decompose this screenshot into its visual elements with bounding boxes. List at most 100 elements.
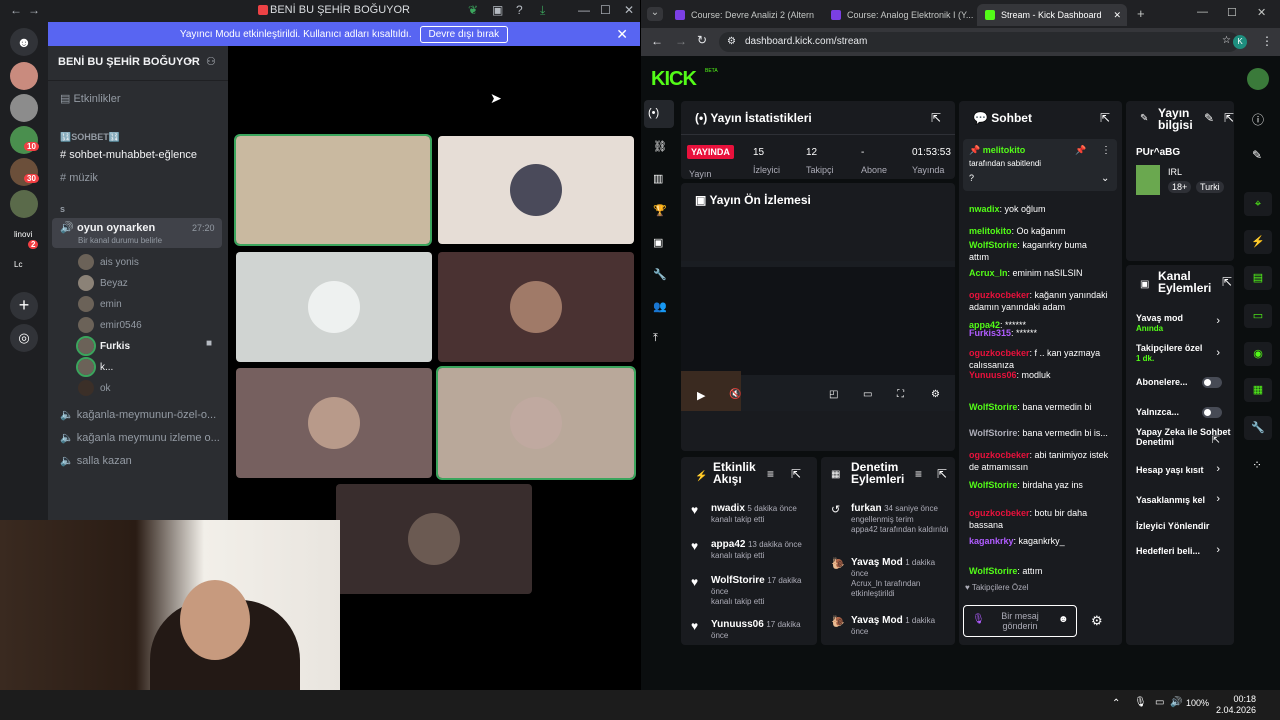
tab-kick-dashboard[interactable]: Stream - Kick Dashboard ✕ — [977, 4, 1127, 26]
analytics-nav-icon[interactable]: ▥ — [653, 172, 663, 185]
chat-message[interactable]: Furkis315: ****** — [969, 327, 1109, 339]
channel-sohbet[interactable]: # sohbet-muhabbet-eğlence — [60, 149, 197, 161]
server-icon-2[interactable] — [10, 94, 38, 122]
tab-search-icon[interactable]: ⌄ — [647, 7, 663, 21]
menu-kebab-icon[interactable]: ⋮ — [1261, 34, 1273, 48]
voice-channel[interactable]: 🔈 salla kazan — [60, 454, 132, 467]
pen-icon[interactable]: ✎ — [1252, 148, 1262, 162]
voice-user[interactable]: emin — [78, 296, 122, 312]
chat-username[interactable]: melitokito — [969, 226, 1012, 236]
chat-message[interactable]: oguzkocbeker: f .. kan yazmaya calıssanı… — [969, 347, 1109, 371]
voice-user[interactable]: ais yonis — [78, 254, 139, 270]
voice-user[interactable]: ok — [78, 380, 111, 396]
stream-preview-video[interactable]: ▶ 🔇 ◰ ▭ ⛶ ⚙ — [681, 261, 955, 411]
popout-icon[interactable]: ⇱ — [1100, 111, 1110, 125]
chevron-down-icon[interactable]: ⌄ — [186, 54, 194, 65]
bolt-icon[interactable]: ⚡ — [1244, 230, 1272, 254]
disable-streamer-mode-button[interactable]: Devre dışı bırak — [419, 25, 509, 43]
video-tile[interactable] — [236, 368, 432, 478]
chevron-right-icon[interactable]: › — [1216, 544, 1220, 556]
raid-action[interactable]: İzleyici Yönlendir — [1136, 521, 1231, 531]
chat-username[interactable]: WolfStorire — [969, 428, 1017, 438]
forward-arrow-icon[interactable]: → — [28, 3, 40, 17]
chat-username[interactable]: kagankrky — [969, 536, 1014, 546]
chat-username[interactable]: Furkis315 — [969, 328, 1011, 338]
close-tab-icon[interactable]: ✕ — [1113, 10, 1121, 21]
popout-icon[interactable]: ⇱ — [1222, 275, 1232, 289]
chat-username[interactable]: WolfStorire — [969, 402, 1017, 412]
chat-username[interactable]: WolfStorire — [969, 566, 1017, 576]
voice-user[interactable]: emir0546 — [78, 317, 142, 333]
chat-username[interactable]: nwadix — [969, 204, 1000, 214]
video-tile[interactable] — [336, 484, 532, 594]
monitor-icon[interactable]: ▭ — [1155, 697, 1164, 708]
invite-icon[interactable]: ⚇ — [206, 55, 216, 68]
external-link-icon[interactable]: ⇱ — [1212, 435, 1220, 446]
back-arrow-icon[interactable]: ← — [10, 3, 22, 17]
chevron-right-icon[interactable]: › — [1216, 315, 1220, 327]
edit-icon[interactable]: ✎ — [1204, 111, 1214, 125]
settings-icon[interactable]: ⚙ — [931, 389, 940, 400]
popout-icon[interactable]: ⇱ — [937, 467, 947, 481]
chat-username[interactable]: WolfStorire — [969, 480, 1017, 490]
chat-username[interactable]: Yunuuss06 — [969, 370, 1017, 380]
discord-home-icon[interactable]: ☻ — [10, 28, 38, 56]
chat-icon[interactable]: ▭ — [1244, 304, 1272, 328]
minimize-icon[interactable]: — — [578, 3, 590, 17]
video-tile-camera[interactable] — [234, 134, 432, 246]
address-bar[interactable]: ⚙ dashboard.kick.com/stream ☆ — [719, 32, 1239, 52]
filter-icon[interactable]: ≡ — [767, 467, 774, 481]
video-tile[interactable] — [236, 252, 432, 362]
chat-username[interactable]: oguzkocbeker — [969, 508, 1030, 518]
upload-nav-icon[interactable]: ⤒ — [653, 332, 658, 345]
server-name[interactable]: BENİ BU ŞEHİR BOĞUYOR — [58, 56, 200, 68]
chat-message[interactable]: WolfStorire: bana vermedin bi — [969, 401, 1109, 413]
video-tile[interactable] — [438, 252, 634, 362]
chat-username[interactable]: oguzkocbeker — [969, 450, 1030, 460]
server-icon-1[interactable] — [10, 62, 38, 90]
users-nav-icon[interactable]: 👥 — [653, 300, 667, 313]
chat-message[interactable]: WolfStorire: birdaha yaz ins — [969, 479, 1109, 491]
more-icon[interactable]: ⁘ — [1252, 458, 1262, 472]
chat-message[interactable]: WolfStorire: attım — [969, 565, 1109, 577]
video-tile[interactable] — [436, 366, 636, 480]
chat-message[interactable]: Yunuuss06: modluk — [969, 369, 1109, 381]
voice-channel[interactable]: 🔈 kağanla-meymunun-özel-o... — [60, 408, 216, 421]
tab-course-2[interactable]: Course: Analog Elektronik I (Y... — [823, 4, 975, 26]
chevron-right-icon[interactable]: › — [1216, 347, 1220, 359]
category-sohbet[interactable]: 🔢SOHBET🔢 — [60, 132, 120, 143]
volume-icon[interactable]: 🔊 — [1170, 697, 1182, 708]
new-tab-icon[interactable]: + — [1137, 6, 1145, 21]
back-arrow-icon[interactable]: ← — [651, 34, 663, 48]
mic-icon[interactable]: 🎙 — [972, 614, 985, 625]
chat-message[interactable]: oguzkocbeker: abi tanimiyoz istek de atm… — [969, 449, 1109, 473]
chat-username[interactable]: WolfStorire — [969, 240, 1017, 250]
broadcast-icon[interactable]: ◉ — [1244, 342, 1272, 366]
menu-kebab-icon[interactable]: ⋮ — [1101, 145, 1111, 156]
video-nav-icon[interactable]: ▣ — [653, 236, 663, 249]
user-avatar[interactable] — [1247, 68, 1269, 90]
tab-course-1[interactable]: Course: Devre Analizi 2 (Altern — [667, 4, 821, 26]
chat-username[interactable]: oguzkocbeker — [969, 290, 1030, 300]
popout-icon[interactable]: ⇱ — [931, 111, 941, 125]
wrench-icon[interactable]: 🔧 — [1244, 416, 1272, 440]
chat-username[interactable]: oguzkocbeker — [969, 348, 1030, 358]
popout-icon[interactable]: ⇱ — [1224, 111, 1234, 125]
maximize-icon[interactable]: ☐ — [600, 3, 611, 17]
forward-arrow-icon[interactable]: → — [675, 34, 687, 48]
close-icon[interactable]: ✕ — [1257, 6, 1266, 19]
events-item[interactable]: ▤ Etkinlikler — [60, 92, 121, 105]
voice-status[interactable]: Bir kanal durumu belirle — [78, 236, 162, 245]
voice-channel[interactable]: 🔈 kağanla meymunu izleme o... — [60, 431, 220, 444]
popout-icon[interactable]: ⇱ — [791, 467, 801, 481]
maximize-icon[interactable]: ☐ — [1227, 6, 1237, 19]
chat-username[interactable]: Acrux_ln — [969, 268, 1008, 278]
add-server-icon[interactable]: + — [10, 292, 38, 320]
chat-settings-icon[interactable]: ⚙ — [1091, 613, 1103, 629]
fullscreen-icon[interactable]: ⛶ — [897, 389, 904, 400]
info-icon[interactable]: ⓘ — [1252, 111, 1264, 128]
link-nav-icon[interactable]: ⛓ — [653, 140, 667, 153]
reload-icon[interactable]: ↻ — [697, 33, 707, 47]
filter-icon[interactable]: ≡ — [915, 467, 922, 481]
mute-icon[interactable]: 🔇 — [729, 389, 741, 400]
